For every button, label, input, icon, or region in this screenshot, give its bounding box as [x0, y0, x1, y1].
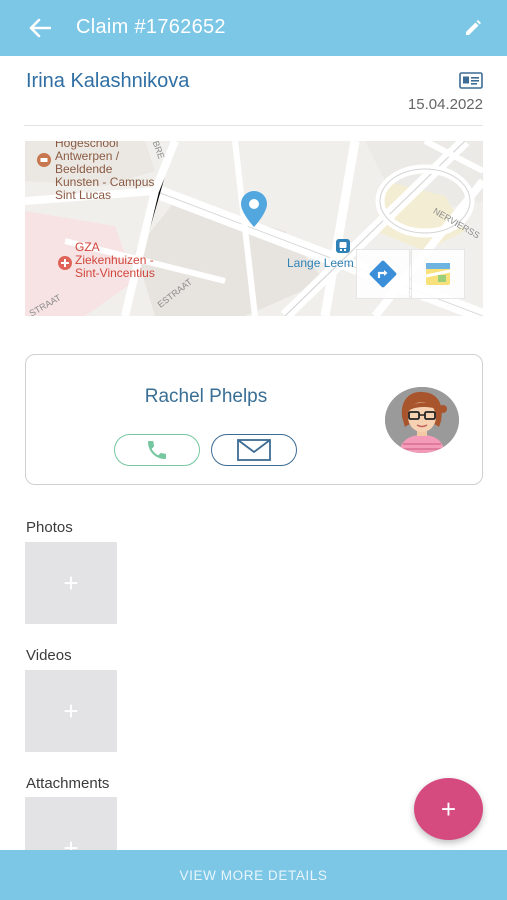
- plus-icon: +: [63, 695, 79, 726]
- edit-button[interactable]: [459, 14, 487, 42]
- view-more-details-label: VIEW MORE DETAILS: [179, 867, 328, 883]
- photos-label: Photos: [26, 519, 73, 536]
- map-label-station: Lange Leem: [287, 256, 354, 270]
- hospital-marker-icon: [58, 256, 72, 270]
- add-photo-button[interactable]: +: [25, 542, 117, 624]
- map-label-hospital: GZA Ziekenhuizen - Sint-Vincentius: [75, 240, 155, 280]
- contact-name: Rachel Phelps: [144, 386, 268, 407]
- view-more-details-button[interactable]: VIEW MORE DETAILS: [0, 850, 507, 900]
- open-maps-icon: [425, 263, 451, 285]
- email-button[interactable]: [211, 434, 297, 466]
- back-button[interactable]: [22, 12, 58, 44]
- claim-date: 15.04.2022: [407, 96, 483, 113]
- pencil-icon: [466, 20, 481, 35]
- plus-icon: +: [63, 567, 79, 598]
- location-pin-icon[interactable]: [241, 191, 267, 227]
- divider: [24, 125, 483, 126]
- page-title: Claim #1762652: [76, 16, 226, 38]
- contact-card: Rachel Phelps: [25, 354, 483, 485]
- map-label-school: Hogeschool Antwerpen / Beeldende Kunsten…: [55, 141, 155, 202]
- envelope-icon: [237, 439, 271, 461]
- avatar-illustration: [385, 387, 459, 453]
- avatar: [385, 387, 459, 453]
- add-fab-button[interactable]: +: [414, 778, 483, 840]
- arrow-left-icon: [29, 18, 51, 38]
- phone-icon: [148, 441, 166, 459]
- directions-button[interactable]: [356, 249, 410, 299]
- id-card-icon[interactable]: [459, 72, 483, 89]
- transit-icon: [336, 239, 350, 253]
- open-maps-button[interactable]: [411, 249, 465, 299]
- add-video-button[interactable]: +: [25, 670, 117, 752]
- directions-icon: [369, 260, 397, 288]
- plus-icon: +: [440, 794, 457, 824]
- videos-label: Videos: [26, 647, 72, 664]
- school-marker-icon: [37, 153, 51, 167]
- call-button[interactable]: [114, 434, 200, 466]
- attachments-label: Attachments: [26, 775, 110, 792]
- claimant-name: Irina Kalashnikova: [26, 70, 190, 92]
- add-attachment-button[interactable]: +: [25, 797, 117, 863]
- app-header: Claim #1762652: [0, 0, 507, 56]
